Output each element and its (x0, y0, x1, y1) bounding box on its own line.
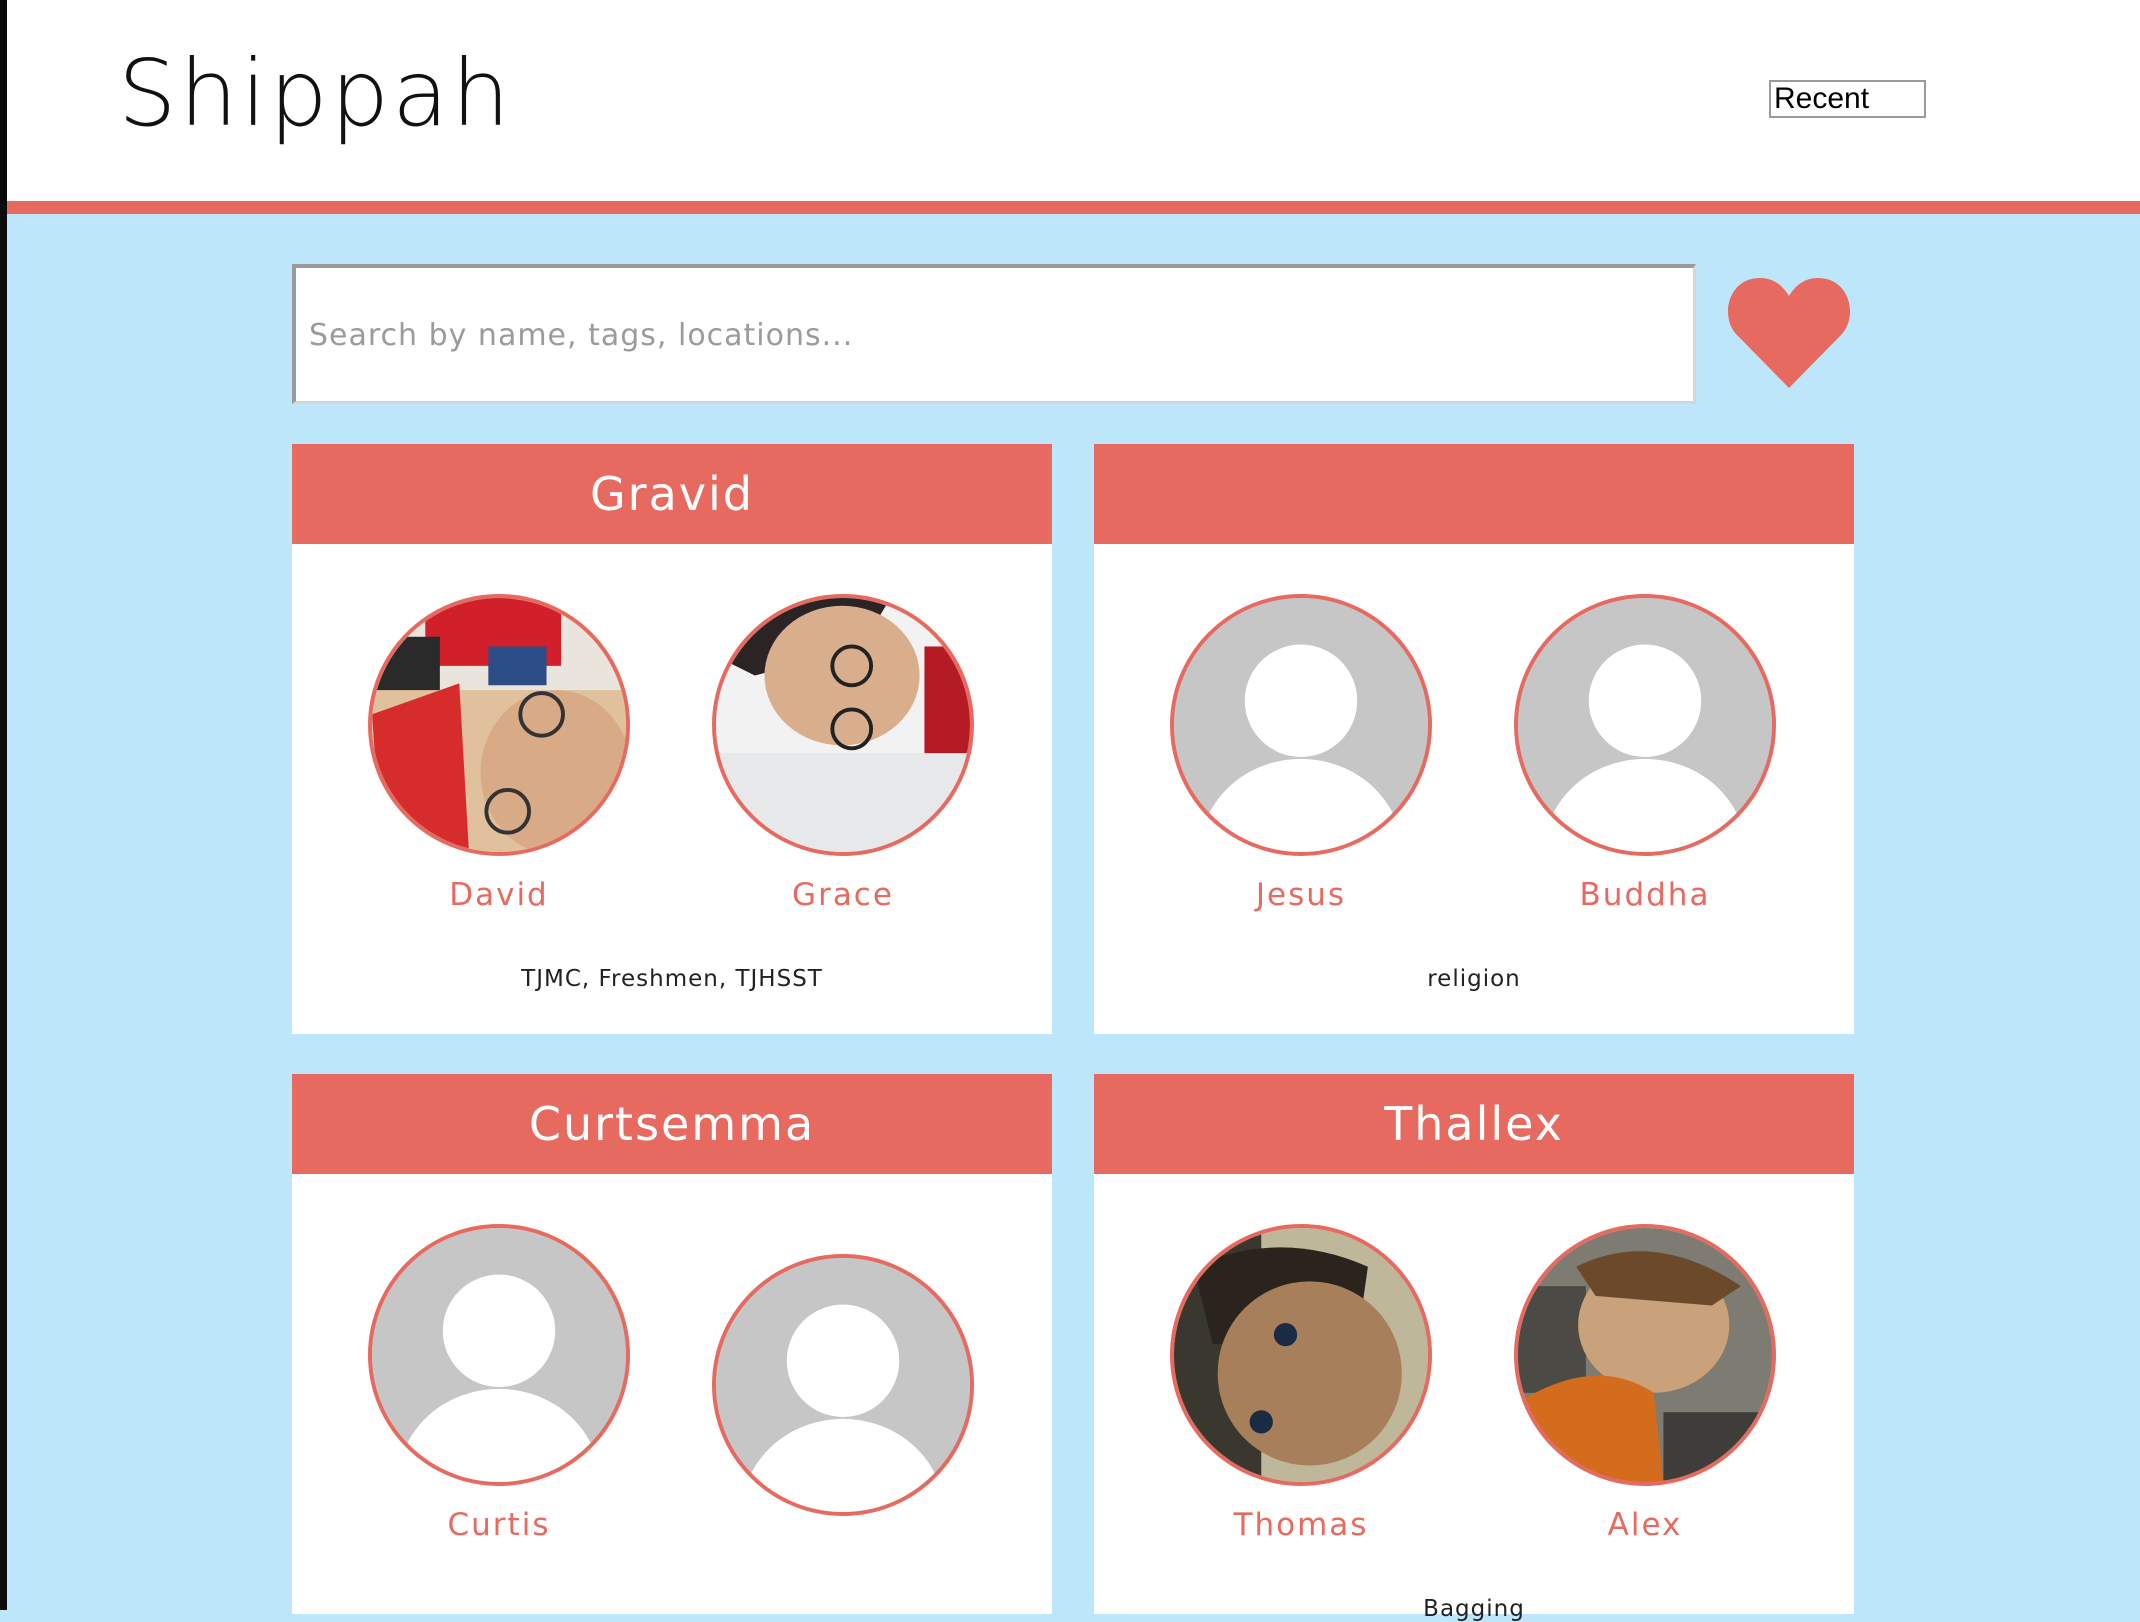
user-photo (1174, 1228, 1428, 1482)
default-user-icon (372, 1228, 626, 1482)
heart-icon[interactable] (1726, 276, 1852, 391)
member-name[interactable]: David (349, 877, 649, 913)
avatar[interactable] (368, 594, 630, 856)
user-photo (716, 598, 970, 852)
member-name[interactable]: Thomas (1151, 1507, 1451, 1543)
member-name[interactable]: Jesus (1151, 877, 1451, 913)
avatar[interactable] (1170, 1224, 1432, 1486)
ship-tags: TJMC, Freshmen, TJHSST (521, 966, 823, 992)
ship-title: Gravid (292, 444, 1052, 544)
ship-title (1094, 444, 1854, 544)
ship-card[interactable]: Thallex Thomas Alex Bagging (1094, 1074, 1854, 1622)
avatar[interactable] (1170, 594, 1432, 856)
default-user-icon (716, 1258, 970, 1512)
window-edge (0, 0, 7, 1610)
ship-card[interactable]: Jesus Buddha religion (1094, 444, 1854, 1034)
member-name[interactable]: Buddha (1495, 877, 1795, 913)
default-user-icon (1518, 598, 1772, 852)
ship-title: Curtsemma (292, 1074, 1052, 1174)
user-photo (372, 598, 626, 852)
user-photo (1518, 1228, 1772, 1482)
member-name[interactable]: Alex (1495, 1507, 1795, 1543)
avatar[interactable] (1514, 594, 1776, 856)
sort-select[interactable]: Recent (1769, 80, 1926, 118)
avatar[interactable] (712, 1254, 974, 1516)
ship-card[interactable]: Curtsemma Curtis (292, 1074, 1052, 1614)
avatar[interactable] (368, 1224, 630, 1486)
header-divider (7, 201, 2140, 214)
search-placeholder: Search by name, tags, locations... (309, 318, 854, 353)
ship-card[interactable]: Gravid David Grace TJMC, Freshmen, TJHSS… (292, 444, 1052, 1034)
app-logo[interactable]: Shippah (118, 48, 513, 140)
member-name[interactable]: Grace (693, 877, 993, 913)
avatar[interactable] (712, 594, 974, 856)
member-name[interactable]: Curtis (349, 1507, 649, 1543)
ship-title: Thallex (1094, 1074, 1854, 1174)
default-user-icon (1174, 598, 1428, 852)
avatar[interactable] (1514, 1224, 1776, 1486)
ship-tags: religion (1427, 966, 1521, 992)
ship-tags: Bagging (1423, 1596, 1525, 1622)
search-input[interactable]: Search by name, tags, locations... (292, 264, 1696, 404)
